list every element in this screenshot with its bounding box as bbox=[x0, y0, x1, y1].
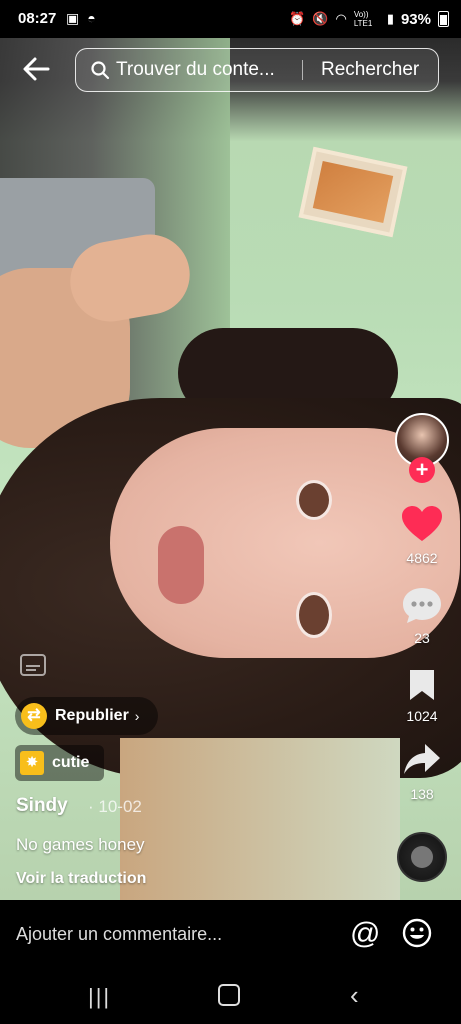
video-lips bbox=[158, 526, 204, 604]
network-label: Vo)) LTE1 bbox=[353, 10, 373, 28]
post-caption: No games honey bbox=[16, 835, 145, 854]
follow-plus-icon[interactable]: + bbox=[409, 457, 435, 483]
repost-label: Republier bbox=[55, 707, 129, 724]
music-disc[interactable] bbox=[397, 832, 447, 882]
bookmark-button[interactable]: 1024 bbox=[396, 668, 448, 724]
search-icon bbox=[90, 60, 110, 80]
status-time: 08:27 bbox=[18, 10, 57, 27]
captions-icon[interactable] bbox=[20, 654, 46, 676]
repost-button[interactable]: ⇄ Republier › bbox=[15, 697, 158, 735]
tag-label: cutie bbox=[52, 754, 90, 771]
music-disc-cover bbox=[411, 846, 433, 868]
at-icon[interactable]: @ bbox=[350, 916, 380, 952]
share-button[interactable]: 138 bbox=[396, 742, 448, 802]
bookmark-icon bbox=[396, 668, 448, 702]
video-picture-frame bbox=[298, 146, 408, 238]
status-bar: 08:27 ▣ ◓ ⏰ 🔇 ◠ Vo)) LTE1 ▮ 93% bbox=[0, 0, 461, 38]
repost-icon: ⇄ bbox=[21, 703, 47, 729]
like-button[interactable]: 4862 bbox=[396, 506, 448, 566]
home-icon[interactable] bbox=[218, 984, 240, 1006]
video-bottom-wall bbox=[120, 738, 400, 900]
battery-label: 93% bbox=[400, 10, 431, 28]
signal-icon: ▮ bbox=[386, 11, 394, 26]
video-eye bbox=[296, 592, 332, 638]
tag-chip[interactable]: ✸ cutie bbox=[15, 745, 104, 781]
recents-icon[interactable]: ||| bbox=[88, 984, 111, 1010]
search-divider bbox=[302, 60, 303, 80]
comment-count: 23 bbox=[414, 630, 430, 646]
comment-icon bbox=[396, 586, 448, 624]
like-count: 4862 bbox=[406, 550, 438, 566]
wifi-icon: ◠ bbox=[335, 11, 347, 26]
emoji-icon[interactable] bbox=[402, 918, 432, 948]
status-right-icons: ⏰ 🔇 ◠ Vo)) LTE1 ▮ 93% bbox=[289, 10, 449, 28]
chevron-right-icon: › bbox=[134, 708, 140, 724]
comment-input[interactable]: Ajouter un commentaire... bbox=[16, 924, 222, 945]
translate-link[interactable]: Voir la traduction bbox=[16, 870, 146, 888]
sparkle-icon: ✸ bbox=[20, 751, 44, 775]
heart-icon bbox=[396, 506, 448, 542]
comment-bar: Ajouter un commentaire... @ bbox=[0, 900, 461, 970]
video-eye bbox=[296, 480, 332, 520]
share-count: 138 bbox=[410, 786, 434, 802]
post-date: · 10-02 bbox=[88, 797, 142, 816]
save-count: 1024 bbox=[406, 708, 438, 724]
mute-icon: 🔇 bbox=[312, 11, 329, 26]
incognito-icon: ◓ bbox=[87, 10, 96, 26]
search-input[interactable]: Trouver du conte... bbox=[116, 59, 294, 81]
nav-back-icon[interactable]: ‹ bbox=[350, 980, 359, 1011]
search-bar[interactable]: Trouver du conte... Rechercher bbox=[75, 48, 439, 92]
share-icon bbox=[396, 742, 448, 776]
comment-button[interactable]: 23 bbox=[396, 586, 448, 646]
status-notification-icons: ▣ ◓ bbox=[66, 10, 96, 27]
creator-username[interactable]: Sindy bbox=[16, 795, 68, 817]
image-icon: ▣ bbox=[66, 10, 80, 26]
alarm-icon: ⏰ bbox=[289, 11, 306, 26]
search-button[interactable]: Rechercher bbox=[321, 59, 419, 81]
battery-icon bbox=[438, 11, 449, 27]
system-nav-bar: ||| ‹ bbox=[0, 970, 461, 1024]
back-arrow-icon[interactable] bbox=[22, 55, 56, 85]
